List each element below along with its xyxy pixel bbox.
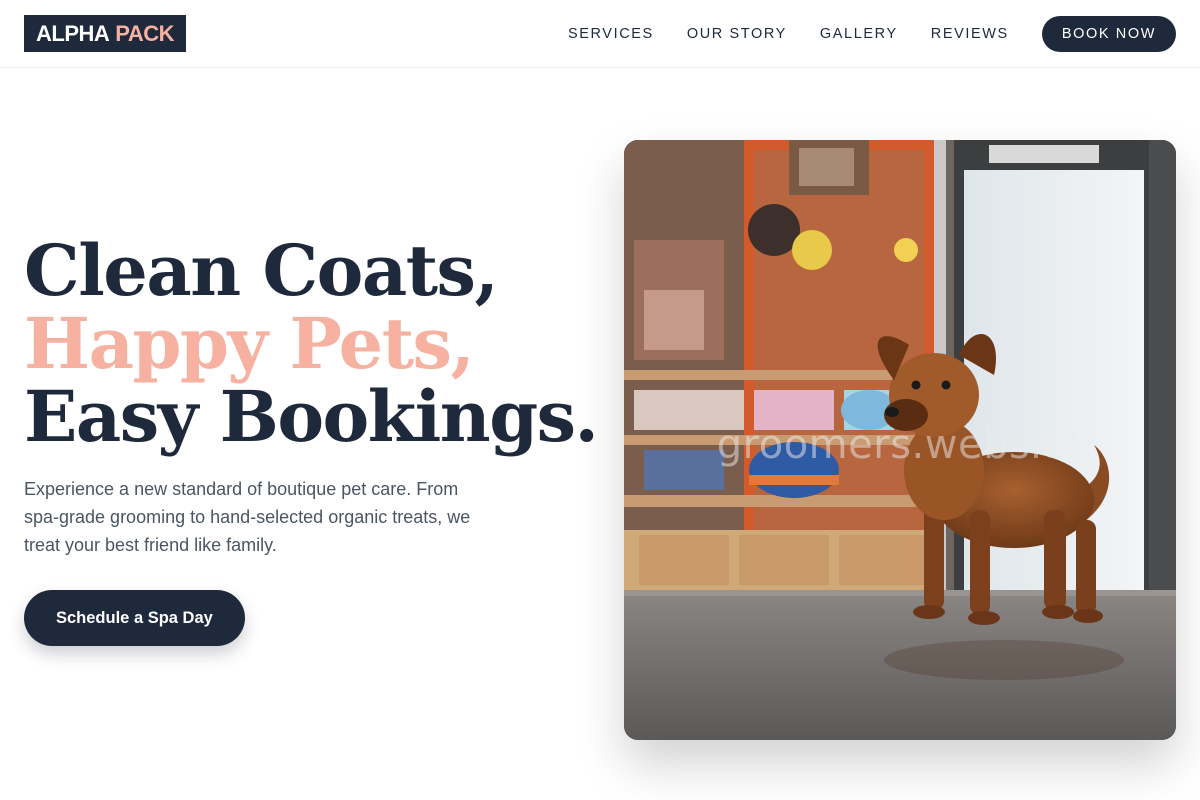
image-watermark: groomers.website bbox=[716, 422, 1084, 468]
headline-line-2: Happy Pets, bbox=[24, 302, 475, 385]
top-nav: ALPHA PACK SERVICES OUR STORY GALLERY REV… bbox=[0, 0, 1200, 68]
nav-link-services[interactable]: SERVICES bbox=[568, 26, 654, 42]
book-now-button[interactable]: BOOK NOW bbox=[1041, 16, 1176, 52]
hero-dog-photo: groomers.website bbox=[624, 140, 1176, 740]
brand-name-primary: ALPHA bbox=[36, 20, 110, 46]
brand-name-accent: PACK bbox=[115, 20, 174, 46]
nav-links: SERVICES OUR STORY GALLERY REVIEWS BOOK … bbox=[568, 16, 1176, 52]
headline-line-1: Clean Coats, bbox=[24, 229, 499, 312]
hero-headline: Clean Coats, Happy Pets, Easy Bookings. bbox=[24, 234, 604, 453]
hero-description: Experience a new standard of boutique pe… bbox=[24, 479, 471, 555]
nav-link-gallery[interactable]: GALLERY bbox=[820, 26, 898, 42]
headline-line-3: Easy Bookings. bbox=[24, 375, 599, 458]
schedule-spa-day-button[interactable]: Schedule a Spa Day bbox=[24, 590, 245, 646]
brand-logo[interactable]: ALPHA PACK bbox=[24, 15, 186, 52]
nav-link-reviews[interactable]: REVIEWS bbox=[931, 26, 1009, 42]
nav-link-our-story[interactable]: OUR STORY bbox=[687, 26, 787, 42]
